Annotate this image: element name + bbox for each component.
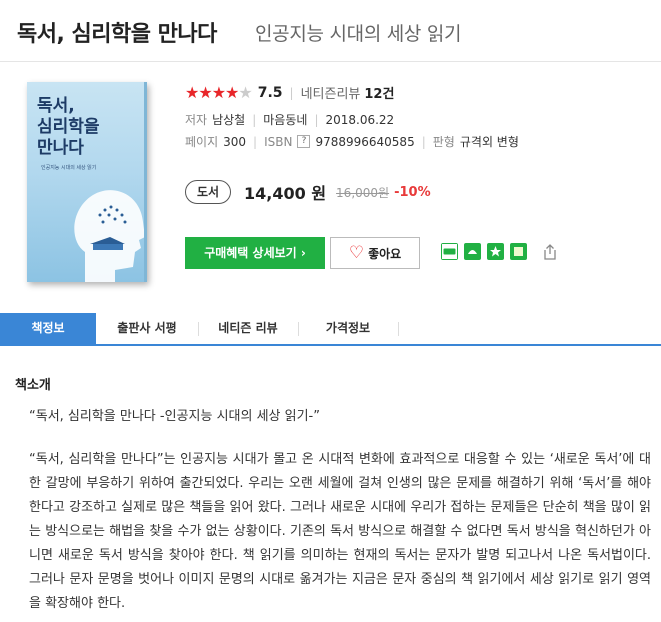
cover-title: 독서, 심리학을 만나다 [37, 96, 100, 159]
cover-title-line2: 심리학을 [37, 117, 100, 137]
author-row: 저자 남상철 | 마음동네 | 2018.06.22 [185, 111, 394, 128]
heart-icon: ♡ [348, 243, 365, 263]
intro-heading: 책소개 [15, 378, 51, 393]
share-icons [441, 243, 557, 260]
book-subtitle: 인공지능 시대의 세상 읽기 [255, 23, 462, 45]
star-rating: ★★★★★ [185, 83, 253, 102]
original-price: 16,000원 [336, 185, 390, 200]
format-value: 규격외 변형 [459, 135, 519, 149]
cover-subtitle: 인공지능 시대의 세상 읽기 [41, 165, 97, 171]
head-silhouette-illustration [74, 190, 144, 282]
band-icon[interactable] [510, 243, 527, 260]
author-label: 저자 [185, 113, 208, 127]
share-icon[interactable] [543, 243, 557, 260]
discount-rate: -10% [394, 184, 431, 200]
author-link[interactable]: 남상철 [212, 111, 245, 128]
bookmark-plus-icon[interactable] [487, 243, 504, 260]
current-price: 14,400 원 [244, 184, 327, 203]
book-title: 독서, 심리학을 만나다 [17, 22, 217, 47]
isbn-value: 9788996640585 [315, 134, 415, 149]
pages-label: 페이지 [185, 135, 219, 149]
book-cover[interactable]: 독서, 심리학을 만나다 인공지능 시대의 세상 읽기 [27, 82, 147, 282]
divider: | [421, 134, 426, 149]
stars-filled: ★★★★ [185, 83, 239, 102]
cafe-icon[interactable] [464, 243, 481, 260]
format-badge: 도서 [185, 180, 231, 204]
publish-date: 2018.06.22 [325, 112, 395, 127]
isbn-help-icon[interactable]: ? [297, 135, 311, 148]
divider: | [252, 112, 257, 127]
isbn-label: ISBN [264, 134, 293, 149]
rating-score: 7.5 [257, 84, 283, 101]
details-row: 페이지 300 | ISBN ? 9788996640585 | 판형 규격외 … [185, 133, 519, 150]
cover-title-line1: 독서, [37, 96, 75, 116]
blog-icon[interactable] [441, 243, 458, 260]
intro-body: “독서, 심리학을 만나다”는 인공지능 시대가 몰고 온 시대적 변화에 효과… [29, 452, 651, 611]
tab-publisher-review[interactable]: 출판사 서평 [96, 313, 198, 344]
like-button[interactable]: ♡ 좋아요 [330, 237, 420, 269]
publisher-link[interactable]: 마음동네 [263, 111, 307, 128]
intro-quote: “독서, 심리학을 만나다 -인공지능 시대의 세상 읽기-” [29, 409, 320, 424]
tab-book-info[interactable]: 책정보 [0, 313, 96, 344]
tab-bar: 책정보 출판사 서평 네티즌 리뷰 가격정보 [0, 313, 661, 346]
review-label[interactable]: 네티즌리뷰 [301, 83, 361, 102]
tab-netizen-review[interactable]: 네티즌 리뷰 [198, 313, 298, 344]
pages-value: 300 [223, 134, 247, 149]
review-count[interactable]: 12건 [364, 83, 394, 102]
like-label: 좋아요 [368, 246, 402, 261]
stars-empty: ★ [238, 83, 252, 102]
rating-row: ★★★★★ 7.5 | 네티즌리뷰 12건 [185, 83, 394, 102]
divider: | [253, 134, 258, 149]
price-row: 도서 14,400 원 16,000원 -10% [185, 180, 431, 204]
tab-price-info[interactable]: 가격정보 [298, 313, 398, 344]
cover-title-line3: 만나다 [37, 138, 84, 158]
purchase-benefits-button[interactable]: 구매혜택 상세보기 › [185, 237, 325, 269]
divider: | [289, 85, 294, 100]
divider: | [314, 112, 319, 127]
title-bar: 독서, 심리학을 만나다 인공지능 시대의 세상 읽기 [0, 0, 661, 62]
tab-divider [398, 322, 399, 336]
format-label: 판형 [432, 135, 455, 149]
